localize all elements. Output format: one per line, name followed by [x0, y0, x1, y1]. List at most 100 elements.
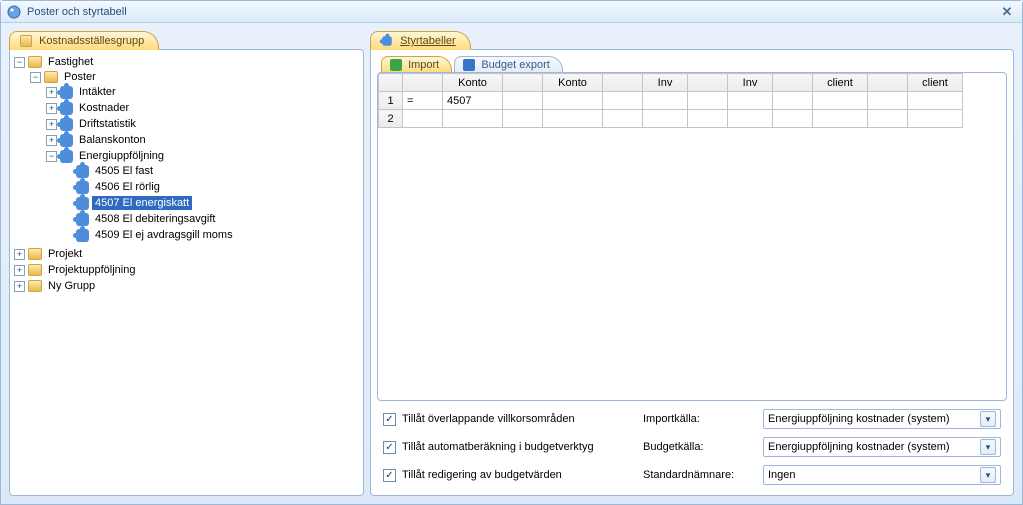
grid-rowhead[interactable]: 1	[379, 92, 403, 110]
tree[interactable]: − Fastighet − Poster	[14, 54, 359, 294]
grid-header[interactable]: Konto	[443, 74, 503, 92]
piece-icon	[382, 36, 392, 46]
grid-cell[interactable]	[773, 110, 813, 128]
grid-cell[interactable]	[813, 92, 868, 110]
grid-header[interactable]	[403, 74, 443, 92]
tree-node-4505[interactable]: 4505 El fast	[62, 164, 359, 178]
grid[interactable]: Konto Konto Inv Inv client client	[378, 73, 963, 128]
grid-cell[interactable]	[688, 92, 728, 110]
grid-cell[interactable]	[603, 110, 643, 128]
subtab-budget-label: Budget export	[481, 59, 550, 71]
grid-header[interactable]	[868, 74, 908, 92]
tree-node-driftstatistik[interactable]: + Driftstatistik	[46, 117, 359, 131]
expander-icon[interactable]: +	[14, 249, 25, 260]
checkbox-icon[interactable]: ✓	[383, 413, 396, 426]
tree-label: Driftstatistik	[76, 117, 139, 131]
tree-node-4508[interactable]: 4508 El debiteringsavgift	[62, 212, 359, 226]
grid-header[interactable]	[603, 74, 643, 92]
checkbox-icon[interactable]: ✓	[383, 441, 396, 454]
tab-kostnad[interactable]: Kostnadsställesgrupp	[9, 31, 159, 50]
expander-icon[interactable]: −	[14, 57, 25, 68]
standardnamnare-select[interactable]: Ingen ▾	[763, 465, 1001, 485]
chk-auto-row[interactable]: ✓ Tillåt automatberäkning i budgetverkty…	[383, 441, 633, 454]
right-panel: Styrtabeller Import Budget export	[370, 31, 1014, 496]
grid-row[interactable]: 2	[379, 110, 963, 128]
left-panel: Kostnadsställesgrupp − Fastighet	[9, 31, 364, 496]
grid-header[interactable]	[503, 74, 543, 92]
right-tab-holder: Styrtabeller	[370, 31, 1014, 50]
grid-header[interactable]	[688, 74, 728, 92]
expander-icon[interactable]: +	[46, 87, 57, 98]
grid-cell[interactable]	[603, 92, 643, 110]
grid-rowhead[interactable]: 2	[379, 110, 403, 128]
grid-cell[interactable]	[503, 110, 543, 128]
window: Poster och styrtabell ✕ Kostnadsställesg…	[0, 0, 1023, 505]
tree-node-4509[interactable]: 4509 El ej avdragsgill moms	[62, 228, 359, 242]
expander-icon[interactable]: −	[46, 151, 57, 162]
content: Kostnadsställesgrupp − Fastighet	[1, 23, 1022, 504]
grid-cell[interactable]	[773, 92, 813, 110]
export-icon	[463, 59, 475, 71]
subtab-import[interactable]: Import	[381, 56, 452, 73]
grid-cell[interactable]	[908, 110, 963, 128]
grid-header[interactable]	[773, 74, 813, 92]
tree-node-poster[interactable]: − Poster	[30, 70, 359, 84]
grid-row[interactable]: 1 = 4507	[379, 92, 963, 110]
spacer	[62, 198, 73, 209]
chevron-down-icon[interactable]: ▾	[980, 411, 996, 427]
grid-cell[interactable]	[543, 110, 603, 128]
grid-cell[interactable]	[868, 110, 908, 128]
tree-node-projekt[interactable]: + Projekt	[14, 247, 359, 261]
grid-header-row: Konto Konto Inv Inv client client	[379, 74, 963, 92]
grid-header[interactable]: client	[813, 74, 868, 92]
budgetkalla-label: Budgetkälla:	[643, 441, 753, 453]
grid-cell[interactable]: =	[403, 92, 443, 110]
tree-node-4507[interactable]: 4507 El energiskatt	[62, 196, 359, 210]
grid-cell[interactable]	[643, 92, 688, 110]
grid-cell[interactable]	[403, 110, 443, 128]
checkbox-icon[interactable]: ✓	[383, 469, 396, 482]
grid-cell[interactable]	[503, 92, 543, 110]
grid-cell[interactable]	[813, 110, 868, 128]
grid-cell[interactable]	[728, 110, 773, 128]
chk-edit-row[interactable]: ✓ Tillåt redigering av budgetvärden	[383, 469, 633, 482]
tree-node-projektupp[interactable]: + Projektuppföljning	[14, 263, 359, 277]
tree-node-ny-grupp[interactable]: + Ny Grupp	[14, 279, 359, 293]
expander-icon[interactable]: +	[14, 281, 25, 292]
expander-icon[interactable]: +	[46, 103, 57, 114]
chk-overlap-row[interactable]: ✓ Tillåt överlappande villkorsområden	[383, 413, 633, 426]
grid-cell[interactable]	[868, 92, 908, 110]
tree-label: Fastighet	[45, 55, 96, 69]
chevron-down-icon[interactable]: ▾	[980, 439, 996, 455]
tree-panel: − Fastighet − Poster	[9, 49, 364, 496]
tree-node-intakter[interactable]: + Intäkter	[46, 85, 359, 99]
grid-header[interactable]: Konto	[543, 74, 603, 92]
grid-cell[interactable]	[443, 110, 503, 128]
grid-cell[interactable]: 4507	[443, 92, 503, 110]
tree-node-fastighet[interactable]: − Fastighet	[14, 55, 359, 69]
expander-icon[interactable]: +	[14, 265, 25, 276]
grid-header[interactable]: client	[908, 74, 963, 92]
grid-header[interactable]: Inv	[643, 74, 688, 92]
grid-cell[interactable]	[643, 110, 688, 128]
importkalla-select[interactable]: Energiuppföljning kostnader (system) ▾	[763, 409, 1001, 429]
tree-node-kostnader[interactable]: + Kostnader	[46, 101, 359, 115]
expander-icon[interactable]: +	[46, 135, 57, 146]
expander-icon[interactable]: −	[30, 72, 41, 83]
grid-cell[interactable]	[908, 92, 963, 110]
subtab-budget[interactable]: Budget export	[454, 56, 563, 73]
budgetkalla-select[interactable]: Energiuppföljning kostnader (system) ▾	[763, 437, 1001, 457]
grid-cell[interactable]	[688, 110, 728, 128]
tree-node-energi[interactable]: − Energiuppföljning	[46, 149, 359, 163]
tab-styrtabeller[interactable]: Styrtabeller	[370, 31, 471, 50]
grid-header[interactable]: Inv	[728, 74, 773, 92]
grid-cell[interactable]	[728, 92, 773, 110]
expander-icon[interactable]: +	[46, 119, 57, 130]
tree-node-balanskonton[interactable]: + Balanskonton	[46, 133, 359, 147]
tree-label: 4508 El debiteringsavgift	[92, 212, 218, 226]
grid-cell[interactable]	[543, 92, 603, 110]
close-button[interactable]: ✕	[998, 4, 1016, 20]
tree-node-4506[interactable]: 4506 El rörlig	[62, 180, 359, 194]
chevron-down-icon[interactable]: ▾	[980, 467, 996, 483]
tree-label: 4505 El fast	[92, 164, 156, 178]
